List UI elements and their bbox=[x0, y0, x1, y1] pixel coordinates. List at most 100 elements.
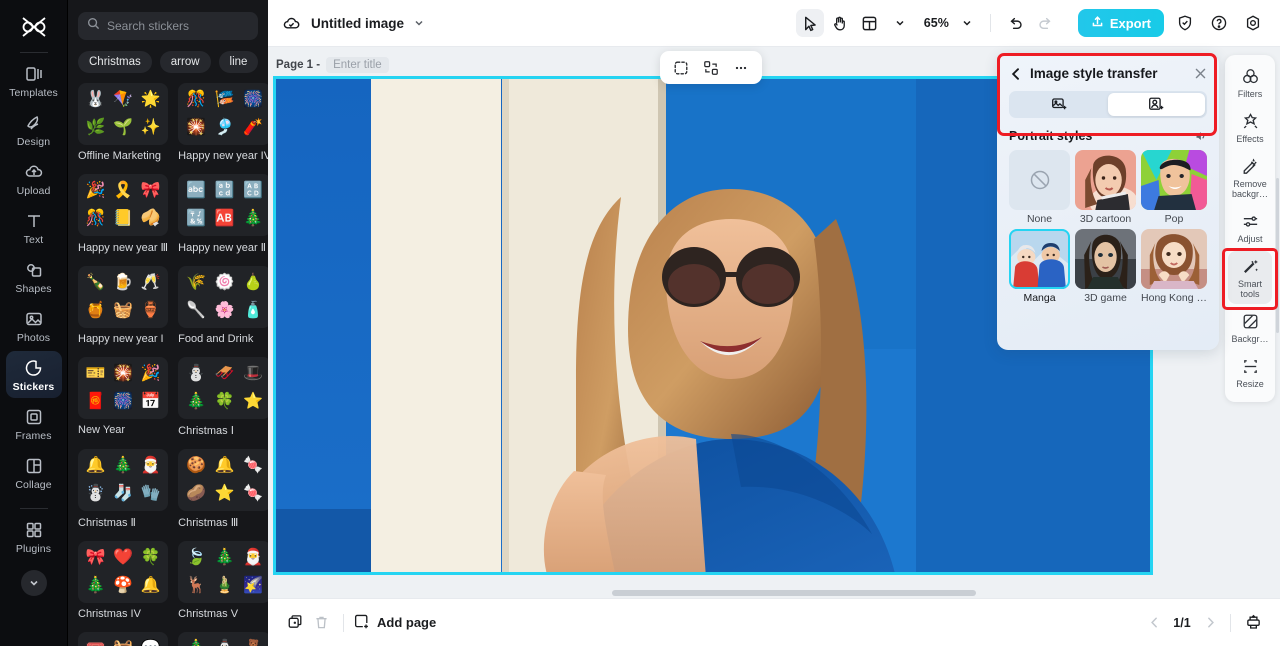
style-mode-tabs bbox=[1009, 91, 1207, 118]
style-thumb bbox=[1141, 150, 1207, 210]
sticker-pack[interactable]: 🔤 🔡 🔠 🔣 🆎 🎄 Happy new year Ⅱ bbox=[178, 174, 268, 262]
sticker-emoji: 💬 bbox=[140, 641, 160, 646]
capcut-logo-icon[interactable] bbox=[17, 12, 51, 42]
sticker-pack-name: New Year bbox=[78, 424, 126, 436]
tool-smart-tools[interactable]: Smart tools bbox=[1228, 251, 1272, 304]
sidebar-item-design[interactable]: Design bbox=[6, 106, 62, 153]
horizontal-scrollbar[interactable] bbox=[612, 590, 976, 596]
sticker-emoji: 📅 bbox=[140, 393, 161, 410]
close-x-icon[interactable] bbox=[1194, 67, 1207, 80]
sticker-pack[interactable]: 🐰 🪁 🌟 🌿 🌱 ✨ Offline Marketing bbox=[78, 83, 169, 170]
style-option-hong-kong[interactable]: Hong Kong … bbox=[1141, 229, 1207, 304]
print-button[interactable] bbox=[1240, 610, 1266, 636]
sticker-pack[interactable]: 🎫 🎇 🎉 🧧 🎆 📅 New Year bbox=[78, 357, 169, 445]
sticker-emoji: 🎅 bbox=[140, 457, 161, 474]
floating-image-toolbar bbox=[660, 51, 762, 84]
style-option-manga[interactable]: Manga bbox=[1009, 229, 1071, 304]
shield-check-icon[interactable] bbox=[1172, 10, 1198, 36]
tool-effects[interactable]: Effects bbox=[1228, 106, 1272, 149]
sticker-emoji: 🪁 bbox=[113, 91, 134, 108]
add-page-button[interactable]: Add page bbox=[353, 613, 436, 633]
duplicate-page-button[interactable] bbox=[282, 610, 308, 636]
sticker-pack[interactable]: 🍃 🎄 🎅 🦌 🎍 🌠 Christmas V bbox=[178, 541, 268, 628]
sticker-emoji: 🎉 bbox=[140, 365, 161, 382]
help-circle-icon[interactable] bbox=[1206, 10, 1232, 36]
sidebar-item-stickers[interactable]: Stickers bbox=[5, 351, 62, 398]
settings-gear-icon[interactable] bbox=[1240, 10, 1266, 36]
sidebar-label: Design bbox=[16, 136, 51, 148]
sticker-pack[interactable]: 🍾 🍺 🥂 🍯 🧺 🏺 Happy new year I bbox=[78, 266, 169, 353]
tag-chip[interactable]: arrow bbox=[159, 51, 211, 73]
tag-chip[interactable]: line bbox=[218, 51, 259, 73]
sticker-pack[interactable]: ⛄ 🛷 🎩 🎄 🍀 ⭐ Christmas Ⅰ bbox=[178, 357, 268, 445]
sidebar-item-templates[interactable]: Templates bbox=[6, 57, 62, 104]
hand-tool-button[interactable] bbox=[826, 9, 854, 37]
tool-label: Smart tools bbox=[1237, 279, 1262, 299]
layout-chevron-icon[interactable] bbox=[886, 9, 914, 37]
style-option-pop[interactable]: Pop bbox=[1141, 150, 1207, 225]
search-input[interactable]: Search stickers bbox=[78, 12, 258, 40]
select-tool-button[interactable] bbox=[795, 9, 824, 37]
redo-button[interactable] bbox=[1032, 9, 1060, 37]
tool-background[interactable]: Backgr… bbox=[1228, 306, 1272, 349]
sidebar-item-collage[interactable]: Collage bbox=[6, 449, 62, 496]
portrait-style-grid: None 3D cartoon Pop Manga 3D game Hong K… bbox=[997, 143, 1219, 304]
sticker-pack[interactable]: 🌾 🍥 🍐 🥄 🌸 🧴 Food and Drink bbox=[178, 266, 268, 353]
image-style-transfer-panel: Image style transfer Portrait styles Non… bbox=[997, 53, 1219, 350]
style-option-3d-game[interactable]: 3D game bbox=[1075, 229, 1137, 304]
sticker-pack[interactable]: 🎀 ❤️ 🍀 🎄 🍄 🔔 Christmas IV bbox=[78, 541, 169, 628]
sticker-pack[interactable]: 🎄⛄🧸🔴🟢🟤 bbox=[178, 632, 268, 646]
sidebar-item-text[interactable]: Text bbox=[6, 204, 62, 251]
layout-tool-button[interactable] bbox=[856, 9, 884, 37]
portrait-styles-header: Portrait styles bbox=[997, 118, 1219, 143]
tool-adjust[interactable]: Adjust bbox=[1228, 206, 1272, 249]
style-option-3d-cartoon[interactable]: 3D cartoon bbox=[1075, 150, 1137, 225]
speaker-icon[interactable] bbox=[1193, 129, 1207, 143]
sidebar-item-plugins[interactable]: Plugins bbox=[6, 513, 62, 560]
sticker-pack[interactable]: 🎉 🎗️ 🎀 🎊 📒 🥠 Happy new year Ⅲ bbox=[78, 174, 169, 262]
page-title-input[interactable]: Enter title bbox=[326, 57, 389, 73]
sticker-emoji: 🎄 bbox=[186, 641, 206, 646]
cloud-saved-icon[interactable] bbox=[282, 14, 301, 33]
section-title: Portrait styles bbox=[1009, 129, 1093, 143]
undo-button[interactable] bbox=[1002, 9, 1030, 37]
export-button[interactable]: Export bbox=[1077, 9, 1164, 37]
sticker-emoji: 🍾 bbox=[85, 274, 106, 291]
sticker-pack[interactable]: 🔔 🎄 🎅 ☃️ 🧦 🧤 Christmas Ⅱ bbox=[78, 449, 169, 537]
tool-filters[interactable]: Filters bbox=[1228, 61, 1272, 104]
sticker-emoji: 🔡 bbox=[214, 182, 235, 199]
sticker-emoji: 🎇 bbox=[186, 119, 207, 136]
swap-nodes-icon[interactable] bbox=[698, 55, 724, 81]
sticker-pack[interactable]: 🍪 🔔 🍬 🥔 ⭐ 🍬 Christmas Ⅲ bbox=[178, 449, 268, 537]
sidebar-item-shapes[interactable]: Shapes bbox=[6, 253, 62, 300]
tag-chip[interactable]: Christmas bbox=[78, 51, 152, 73]
portrait-style-tab[interactable] bbox=[1108, 93, 1205, 116]
sidebar-item-upload[interactable]: Upload bbox=[6, 155, 62, 202]
rail-divider bbox=[19, 52, 48, 53]
prev-page-button[interactable] bbox=[1143, 612, 1165, 634]
more-options-icon[interactable] bbox=[728, 55, 754, 81]
sticker-pack[interactable]: 🎊 🎏 🎆 🎇 🎐 🧨 Happy new year IV bbox=[178, 83, 268, 170]
style-option-none[interactable]: None bbox=[1009, 150, 1071, 225]
tool-resize[interactable]: Resize bbox=[1228, 351, 1272, 394]
back-chevron-icon[interactable] bbox=[1009, 67, 1023, 81]
sticker-emoji: 🔣 bbox=[186, 210, 207, 227]
sidebar-label: Plugins bbox=[15, 543, 52, 555]
crop-dashed-icon[interactable] bbox=[668, 55, 694, 81]
expand-rail-button[interactable] bbox=[20, 570, 47, 596]
next-page-button[interactable] bbox=[1199, 612, 1221, 634]
image-style-tab[interactable] bbox=[1011, 93, 1108, 116]
sidebar-item-frames[interactable]: Frames bbox=[6, 400, 62, 447]
sticker-pack[interactable]: 🎟️🧺💬🔴🟠🟣 bbox=[78, 632, 169, 646]
sticker-emoji: 🍀 bbox=[214, 393, 235, 410]
document-title[interactable]: Untitled image bbox=[311, 16, 404, 31]
sticker-pack-thumbnail: 🎫 🎇 🎉 🧧 🎆 📅 bbox=[78, 357, 169, 419]
chevron-down-icon[interactable] bbox=[413, 17, 425, 29]
right-rail-scrollbar[interactable] bbox=[1276, 178, 1279, 333]
delete-page-button[interactable] bbox=[308, 610, 334, 636]
sidebar-item-photos[interactable]: Photos bbox=[6, 302, 62, 349]
tool-remove-background[interactable]: Remove backgr… bbox=[1228, 151, 1272, 204]
zoom-chevron-icon[interactable] bbox=[953, 9, 981, 37]
sticker-emoji: 🌸 bbox=[214, 302, 235, 319]
sticker-emoji: 🌠 bbox=[242, 577, 263, 594]
